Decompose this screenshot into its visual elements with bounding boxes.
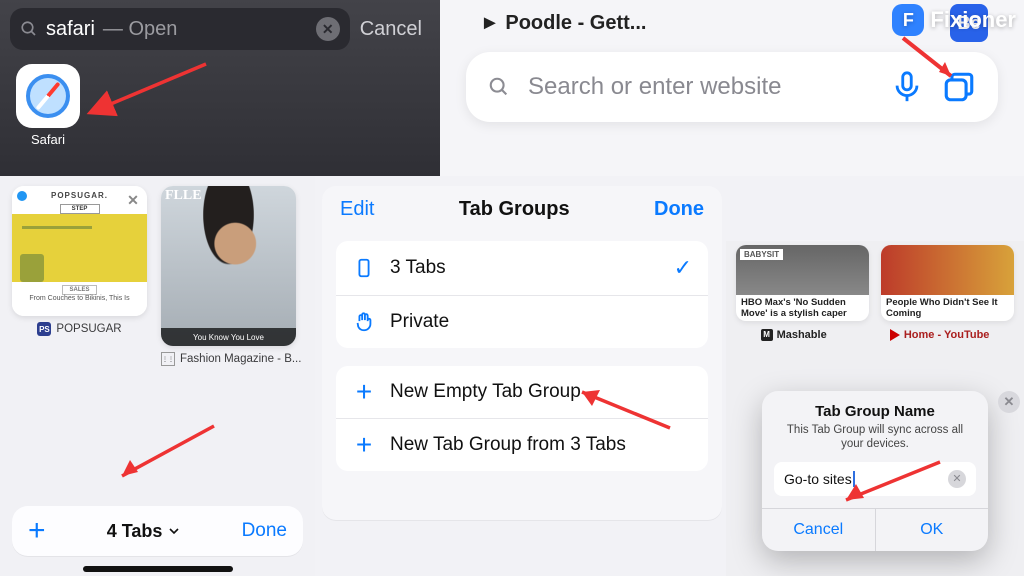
tabs-outline-icon	[352, 256, 376, 280]
tab-groups-edit[interactable]: Edit	[340, 198, 374, 221]
item-label: New Empty Tab Group	[390, 381, 581, 403]
home-indicator	[83, 566, 233, 572]
tabs-icon[interactable]	[942, 70, 976, 104]
thumb-caption: From Couches to Bikinis, This Is	[29, 295, 129, 302]
tab-site-name: POPSUGAR	[56, 323, 121, 335]
thumb-brand: FLLE	[165, 188, 202, 204]
tab-overview-toolbar: + 4 Tabs Done	[12, 506, 303, 556]
tab-thumb-popsugar[interactable]: ✕ POPSUGAR. STEP SALES From Couches to B…	[12, 186, 147, 316]
watermark-text: Fixioner	[930, 7, 1016, 33]
new-tab-button[interactable]: +	[28, 514, 46, 548]
tab-groups-title: Tab Groups	[459, 198, 570, 221]
card-badge: BABYSIT	[740, 249, 783, 260]
dialog-cancel-button[interactable]: Cancel	[762, 509, 875, 551]
input-value: Go-to sites	[784, 471, 855, 487]
new-tab-group-from-tabs[interactable]: + New Tab Group from 3 Tabs	[336, 419, 708, 471]
spotlight-result-label: Safari	[10, 132, 86, 147]
checkmark-icon: ✓	[674, 255, 692, 281]
chevron-down-icon	[168, 525, 180, 537]
card-headline: HBO Max's 'No Sudden Move' is a stylish …	[736, 295, 869, 321]
address-placeholder: Search or enter website	[528, 73, 872, 101]
tab-group-name-dialog: Tab Group Name This Tab Group will sync …	[762, 391, 988, 551]
spotlight-panel: safari — Open ✕ Cancel Safari	[0, 0, 440, 176]
tab-overview-done[interactable]: Done	[242, 520, 287, 542]
tab-groups-done[interactable]: Done	[654, 198, 704, 221]
tab-site-name: Fashion Magazine - B...	[180, 353, 301, 365]
search-icon	[20, 20, 38, 38]
tab-label: ⋮⋮ Fashion Magazine - B...	[161, 352, 301, 366]
spotlight-search-field[interactable]: safari — Open ✕	[10, 8, 350, 50]
tab-count-button[interactable]: 4 Tabs	[107, 521, 181, 542]
spotlight-result-safari[interactable]: Safari	[10, 64, 86, 147]
sale-tag: SALES	[62, 285, 96, 295]
start-card-youtube[interactable]: People Who Didn't See It Coming	[881, 245, 1014, 321]
spotlight-hint: — Open	[103, 18, 177, 41]
fixioner-logo-icon: F	[892, 4, 924, 36]
item-label: 3 Tabs	[390, 257, 446, 279]
safari-app-icon	[16, 64, 80, 128]
start-card-mashable[interactable]: BABYSIT HBO Max's 'No Sudden Move' is a …	[736, 245, 869, 321]
dialog-subtitle: This Tab Group will sync across all your…	[780, 423, 970, 452]
tab-groups-sheet: Edit Tab Groups Done 3 Tabs ✓ Private + …	[322, 186, 722, 520]
fashion-favicon-icon: ⋮⋮	[161, 352, 175, 366]
dialog-title: Tab Group Name	[774, 403, 976, 420]
thumb-caption: You Know You Love	[161, 328, 296, 346]
card-headline: People Who Didn't See It Coming	[881, 295, 1014, 321]
close-tab-icon[interactable]: ✕	[122, 189, 144, 211]
thumb-sub: STEP	[60, 204, 100, 214]
tab-group-current[interactable]: 3 Tabs ✓	[336, 241, 708, 296]
plus-icon: +	[352, 380, 376, 404]
dialog-ok-button[interactable]: OK	[875, 509, 989, 551]
tab-group-private[interactable]: Private	[336, 296, 708, 348]
new-empty-tab-group[interactable]: + New Empty Tab Group	[336, 366, 708, 419]
clear-search-icon[interactable]: ✕	[316, 17, 340, 41]
youtube-icon	[890, 329, 900, 341]
tab-count-label: 4 Tabs	[107, 521, 163, 542]
tab-thumb-fashion[interactable]: ✕ FLLE You Know You Love	[161, 186, 296, 346]
reload-badge-icon	[15, 189, 29, 203]
search-icon	[488, 76, 510, 98]
spotlight-cancel[interactable]: Cancel	[360, 18, 430, 41]
clear-input-icon[interactable]: ✕	[948, 470, 966, 488]
microphone-icon[interactable]	[890, 70, 924, 104]
site-mashable: MMashable	[761, 329, 827, 341]
site-youtube: Home - YouTube	[890, 329, 990, 341]
card-title: ► Poodle - Gett...	[480, 12, 646, 35]
tab-group-name-input[interactable]: Go-to sites ✕	[774, 462, 976, 496]
name-dialog-panel: BABYSIT HBO Max's 'No Sudden Move' is a …	[726, 241, 1024, 576]
start-page-card-poodle[interactable]: ► Poodle - Gett...	[476, 4, 650, 42]
close-background-tab-icon[interactable]: ✕	[998, 391, 1020, 413]
item-label: Private	[390, 311, 449, 333]
popsugar-favicon-icon: PS	[37, 322, 51, 336]
tab-overview-panel: ✕ POPSUGAR. STEP SALES From Couches to B…	[0, 176, 315, 576]
tab-label: PS POPSUGAR	[12, 322, 147, 336]
item-label: New Tab Group from 3 Tabs	[390, 434, 626, 456]
watermark: F Fixioner	[892, 4, 1016, 36]
mashable-icon: M	[761, 329, 773, 341]
address-bar[interactable]: Search or enter website	[466, 52, 998, 122]
spotlight-term: safari	[46, 18, 95, 41]
plus-icon: +	[352, 433, 376, 457]
hand-icon	[352, 310, 376, 334]
